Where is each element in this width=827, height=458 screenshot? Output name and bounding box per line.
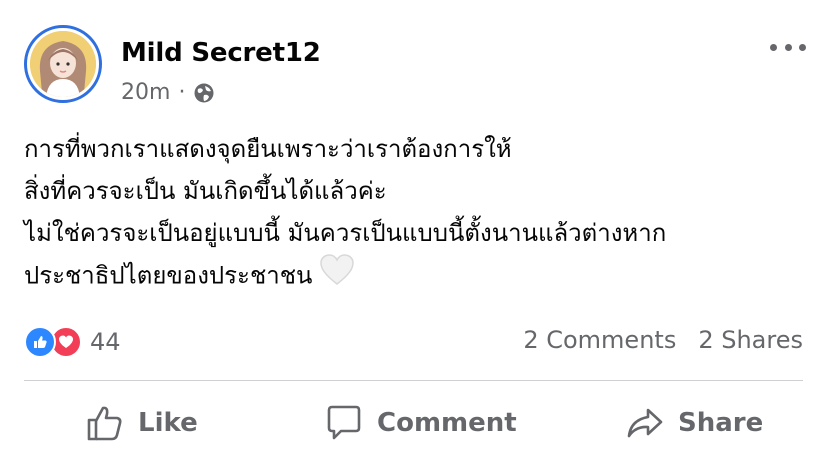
engagement-stats: 2 Comments 2 Shares xyxy=(523,326,803,354)
like-button[interactable]: Like xyxy=(86,400,198,446)
post-line-last: ประชาธิปไตยของประชาชน xyxy=(24,254,666,299)
shares-count[interactable]: 2 Shares xyxy=(698,326,803,354)
dot-icon xyxy=(799,43,806,51)
post-line: ไม่ใช่ควรจะเป็นอยู่แบบนี้ มันควรเป็นแบบน… xyxy=(24,219,667,247)
share-label: Share xyxy=(678,408,764,438)
avatar[interactable] xyxy=(24,25,102,103)
post-meta: 20m · xyxy=(121,80,215,105)
meta-separator: · xyxy=(178,80,186,105)
thumbs-up-icon xyxy=(86,404,124,442)
comment-button[interactable]: Comment xyxy=(325,400,517,446)
like-label: Like xyxy=(138,408,198,438)
post-text: การที่พวกเราแสดงจุดยืนเพราะว่าเราต้องการ… xyxy=(24,128,666,299)
author-name[interactable]: Mild Secret12 xyxy=(121,38,321,68)
comment-label: Comment xyxy=(377,408,517,438)
more-options-button[interactable] xyxy=(770,40,806,54)
globe-icon xyxy=(193,82,215,104)
dot-icon xyxy=(784,43,792,51)
reactions-summary[interactable]: 44 xyxy=(24,326,121,358)
divider xyxy=(24,380,803,381)
post-time[interactable]: 20m xyxy=(121,80,170,105)
post-line: การที่พวกเราแสดงจุดยืนเพราะว่าเราต้องการ… xyxy=(24,135,512,163)
reaction-count: 44 xyxy=(90,328,121,356)
dot-icon xyxy=(770,43,777,51)
comment-bubble-icon xyxy=(325,404,363,442)
like-reaction-icon xyxy=(24,326,56,358)
comments-count[interactable]: 2 Comments xyxy=(523,326,676,354)
share-button[interactable]: Share xyxy=(626,400,763,446)
post-line: สิ่งที่ควรจะเป็น มันเกิดขึ้นได้แล้วค่ะ xyxy=(24,177,387,205)
post-line: ประชาธิปไตยของประชาชน xyxy=(24,261,313,290)
avatar-image xyxy=(30,31,96,97)
white-heart-icon xyxy=(320,254,355,299)
share-arrow-icon xyxy=(626,404,664,442)
